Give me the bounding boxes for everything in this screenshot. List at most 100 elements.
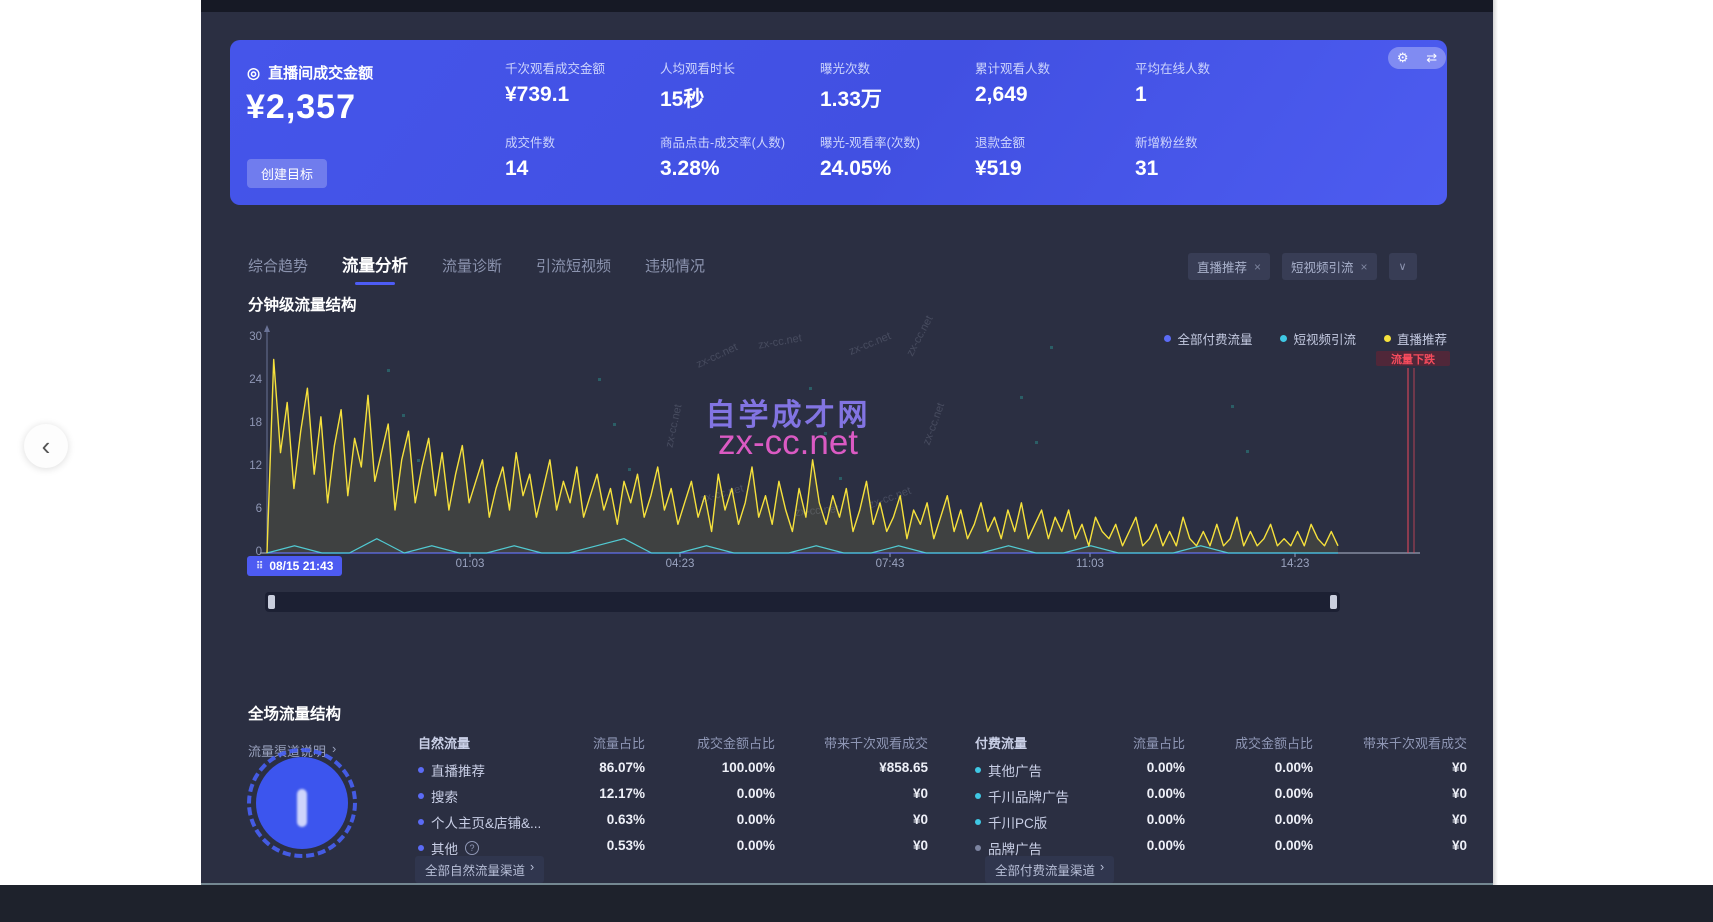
stat-cell: 成交件数14 — [505, 132, 660, 181]
table-cell: 0.63% — [515, 812, 645, 827]
chart-range-scrollbar[interactable] — [265, 592, 1340, 612]
stat-value: 1.33万 — [820, 83, 975, 113]
table-row-label: 直播推荐 — [418, 760, 485, 780]
all-natural-channels-link[interactable]: 全部自然流量渠道 › — [415, 856, 544, 883]
table-cell: ¥0 — [798, 838, 928, 853]
table-cell: 0.00% — [1055, 760, 1185, 775]
stat-label: 平均在线人数 — [1135, 58, 1290, 77]
y-axis-label: 24 — [232, 374, 262, 386]
table-column-header: 成交金额占比 — [645, 733, 775, 752]
channel-name: 直播推荐 — [431, 760, 485, 780]
table-cell: ¥858.65 — [798, 760, 928, 775]
x-axis-label: 11:03 — [1055, 558, 1125, 570]
channel-name: 品牌广告 — [988, 838, 1042, 858]
create-goal-button[interactable]: 创建目标 — [247, 159, 327, 188]
stat-value: 15秒 — [660, 83, 815, 113]
time-range-start-pill[interactable]: ⠿ 08/15 21:43 — [247, 556, 342, 576]
stat-cell: 累计观看人数2,649 — [975, 58, 1130, 107]
filter-tag[interactable]: 短视频引流× — [1282, 253, 1377, 280]
y-axis-label: 12 — [232, 460, 262, 472]
speck — [387, 369, 390, 372]
stat-label: 成交件数 — [505, 132, 660, 151]
tab-综合趋势[interactable]: 综合趋势 — [248, 255, 308, 285]
channel-bullet — [975, 819, 981, 825]
speck — [1231, 405, 1234, 408]
stat-value: 24.05% — [820, 157, 975, 181]
channel-bullet — [975, 793, 981, 799]
tab-流量诊断[interactable]: 流量诊断 — [442, 255, 502, 285]
tab-流量分析[interactable]: 流量分析 — [342, 252, 408, 285]
stat-label: 曝光-观看率(次数) — [820, 132, 975, 151]
table-cell: 0.00% — [1055, 786, 1185, 801]
table-column-header: 流量占比 — [1055, 733, 1185, 752]
y-axis-label: 18 — [232, 417, 262, 429]
table-cell: 0.00% — [645, 812, 775, 827]
channel-name: 其他广告 — [988, 760, 1042, 780]
drag-handle-icon: ⠿ — [256, 561, 263, 572]
close-icon[interactable]: × — [1254, 260, 1261, 274]
stat-cell: 退款金额¥519 — [975, 132, 1130, 181]
arrow-right-icon: › — [530, 860, 534, 879]
close-icon[interactable]: × — [1361, 260, 1368, 274]
filter-dropdown[interactable]: ∨ — [1389, 253, 1417, 280]
stat-cell: 曝光次数1.33万 — [820, 58, 975, 113]
stat-value: 31 — [1135, 157, 1290, 181]
channel-bullet — [418, 819, 424, 825]
table-cell: ¥0 — [798, 812, 928, 827]
table-column-header: 带来千次观看成交 — [1337, 733, 1467, 752]
speck — [1020, 396, 1023, 399]
stat-value: ¥739.1 — [505, 83, 660, 107]
stat-label: 人均观看时长 — [660, 58, 815, 77]
table-group-header: 自然流量 — [418, 733, 470, 752]
scrollbar-left-handle[interactable] — [268, 595, 275, 609]
speck — [1246, 450, 1249, 453]
alert-marker-label: 流量下跌 — [1391, 352, 1436, 366]
table-cell: ¥0 — [1337, 812, 1467, 827]
speck — [402, 414, 405, 417]
info-icon[interactable]: ? — [465, 841, 479, 855]
speck — [1035, 441, 1038, 444]
desktop: ‹ ◎ 直播间成交金额 ¥2,357 创建目标 ⚙ ⇄ 千次观看成交金额¥739… — [0, 0, 1713, 922]
stat-cell: 千次观看成交金额 ¥739.1 — [505, 58, 660, 107]
window-title-bar — [201, 0, 1493, 12]
filter-tag-label: 直播推荐 — [1197, 257, 1247, 276]
table-cell: 0.00% — [1055, 812, 1185, 827]
channel-bullet — [975, 767, 981, 773]
x-axis-label: 14:23 — [1260, 558, 1330, 570]
stat-label: 千次观看成交金额 — [505, 58, 660, 77]
table-cell: 0.00% — [1055, 838, 1185, 853]
primary-metric-label: 直播间成交金额 — [268, 62, 373, 83]
channel-name: 其他 — [431, 838, 458, 858]
tab-违规情况[interactable]: 违规情况 — [645, 255, 705, 285]
stat-value: 3.28% — [660, 157, 815, 181]
filter-tag[interactable]: 直播推荐 × — [1188, 253, 1270, 280]
active-tab-underline — [355, 282, 395, 285]
channel-bullet — [418, 767, 424, 773]
all-paid-channels-link[interactable]: 全部付费流量渠道 › — [985, 856, 1114, 883]
y-axis-label: 30 — [232, 331, 262, 343]
taskbar: L ✚ ^ 中 23 — [0, 885, 1713, 922]
watermark-site: zx-cc.net — [638, 423, 938, 463]
stat-label: 累计观看人数 — [975, 58, 1130, 77]
table-cell: 0.00% — [1183, 786, 1313, 801]
tab-引流短视频[interactable]: 引流短视频 — [536, 255, 611, 285]
stat-label: 新增粉丝数 — [1135, 132, 1290, 151]
channel-name: 搜索 — [431, 786, 458, 806]
stat-cell: 曝光-观看率(次数) 24.05% — [820, 132, 975, 181]
table-cell: 0.53% — [515, 838, 645, 853]
panel-controls: ⚙ ⇄ — [1388, 47, 1446, 69]
back-button[interactable]: ‹ — [24, 424, 68, 468]
table-cell: ¥0 — [798, 786, 928, 801]
speck — [613, 423, 616, 426]
swap-icon[interactable]: ⇄ — [1426, 50, 1437, 66]
stat-cell: 新增粉丝数 31 — [1135, 132, 1290, 181]
channel-name: 千川PC版 — [988, 812, 1047, 832]
table-cell: 0.00% — [645, 838, 775, 853]
speck — [839, 477, 842, 480]
x-axis-label: 01:03 — [435, 558, 505, 570]
scrollbar-right-handle[interactable] — [1330, 595, 1337, 609]
table-row-label: 千川PC版 — [975, 812, 1047, 832]
table-row-label: 其他? — [418, 838, 479, 858]
gear-icon[interactable]: ⚙ — [1397, 50, 1409, 66]
tab-bar: 综合趋势 流量分析 流量诊断 引流短视频 违规情况 — [248, 252, 705, 285]
